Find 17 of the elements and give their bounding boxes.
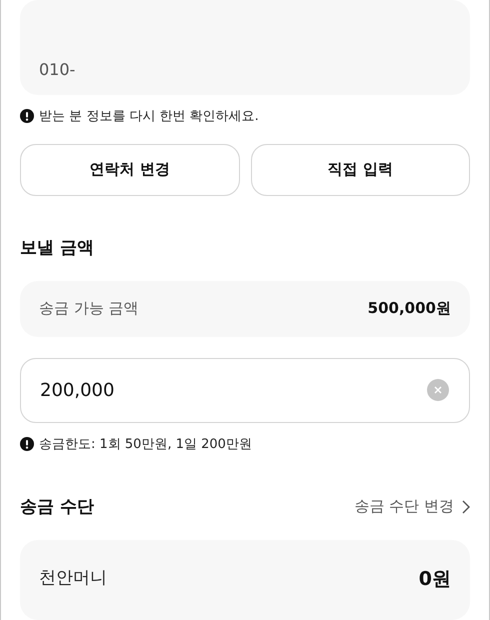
amount-field[interactable]: 200,000 xyxy=(20,358,470,423)
action-button[interactable]: 직접 입력 xyxy=(250,144,470,196)
phone-field[interactable]: 010- xyxy=(20,0,470,95)
exclamation-icon xyxy=(20,108,34,123)
change-link[interactable]: 송금 수단 변경 xyxy=(354,497,470,516)
exclamation-icon xyxy=(20,437,34,451)
chevron-right-icon xyxy=(462,500,470,514)
payment-card[interactable]: 천안머니 0원 xyxy=(20,540,470,620)
section-title: 송금 수단 xyxy=(20,496,94,518)
notice-text: 송금한도: 1회 50만원, 1일 200만원 xyxy=(39,436,252,453)
action-button[interactable]: 연락처 변경 xyxy=(20,144,240,196)
notice-text: 받는 분 정보를 다시 한번 확인하세요. xyxy=(39,108,259,125)
info-label: 송금 가능 금액 xyxy=(39,299,139,318)
payment-balance: 0원 xyxy=(418,567,451,592)
payment-name: 천안머니 xyxy=(39,567,107,589)
section-title: 보낼 금액 xyxy=(20,236,95,259)
info-value: 500,000원 xyxy=(368,299,451,318)
